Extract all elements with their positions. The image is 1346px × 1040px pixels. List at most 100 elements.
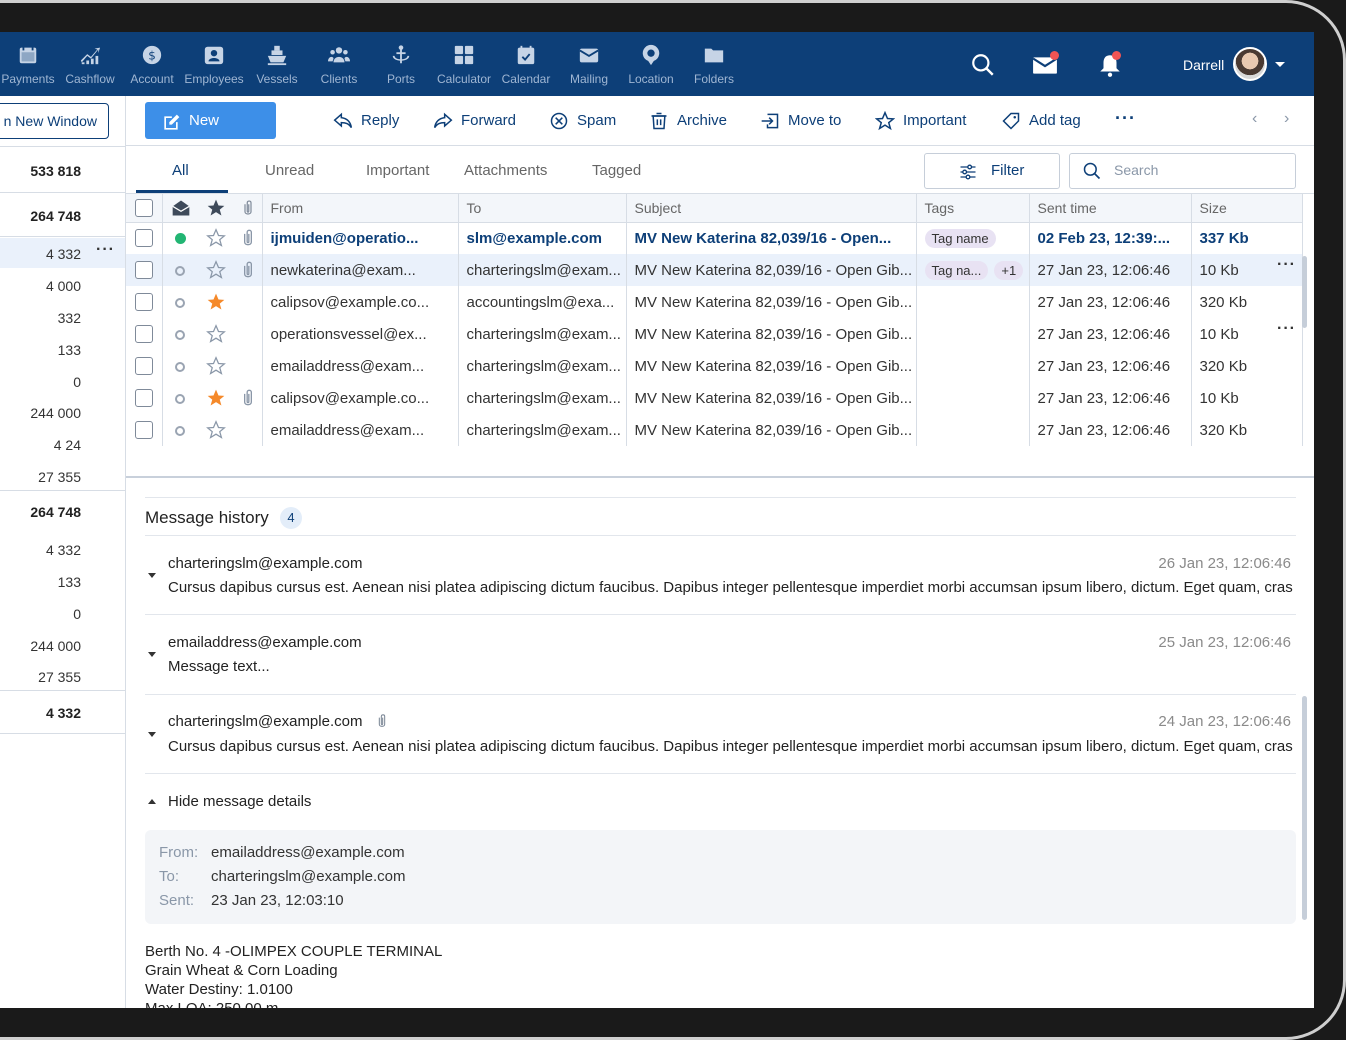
read-indicator[interactable] xyxy=(175,329,186,340)
cell-to[interactable]: charteringslm@exam... xyxy=(458,350,627,382)
filter-button[interactable]: Filter xyxy=(924,153,1060,189)
star-icon[interactable] xyxy=(206,260,226,279)
cell-sent-time[interactable]: 02 Feb 23, 12:39:... xyxy=(1029,222,1192,254)
left-row[interactable]: 533 818 xyxy=(0,163,125,179)
read-indicator[interactable] xyxy=(175,393,186,404)
left-row[interactable]: 4 332 xyxy=(0,705,125,721)
cell-subject[interactable]: MV New Katerina 82,039/16 - Open Gib... xyxy=(626,254,917,286)
star-filled-icon[interactable] xyxy=(206,293,226,310)
nav-calendar[interactable]: Calendar xyxy=(496,44,556,86)
cell-to[interactable]: slm@example.com xyxy=(458,222,627,254)
expand-caret-icon[interactable] xyxy=(148,652,156,657)
history-message-from[interactable]: emailaddress@example.com xyxy=(168,634,362,651)
cell-sent-time[interactable]: 27 Jan 23, 12:06:46 xyxy=(1029,318,1192,350)
cell-tags[interactable]: Tag name xyxy=(916,222,1030,254)
header-sent-time[interactable]: Sent time xyxy=(1029,194,1192,223)
history-message-from[interactable]: charteringslm@example.com xyxy=(168,555,362,572)
row-checkbox[interactable] xyxy=(134,229,153,248)
row-checkbox[interactable] xyxy=(134,293,153,312)
header-tags[interactable]: Tags xyxy=(916,194,1030,223)
nav-folders[interactable]: Folders xyxy=(684,44,744,86)
cell-tags[interactable] xyxy=(916,350,1030,382)
cell-subject[interactable]: MV New Katerina 82,039/16 - Open... xyxy=(626,222,917,254)
row-checkbox[interactable] xyxy=(134,325,153,344)
cell-tags[interactable] xyxy=(916,286,1030,318)
cell-sent-time[interactable]: 27 Jan 23, 12:06:46 xyxy=(1029,286,1192,318)
tag-pill[interactable]: Tag na... xyxy=(924,260,989,280)
cell-subject[interactable]: MV New Katerina 82,039/16 - Open Gib... xyxy=(626,318,917,350)
left-row[interactable]: 332 xyxy=(0,310,125,326)
cell-tags[interactable]: Tag na... +1 xyxy=(916,254,1030,286)
table-row[interactable]: calipsov@example.co... charteringslm@exam… xyxy=(126,382,1303,414)
cell-size[interactable]: 320 Kb xyxy=(1191,414,1303,446)
row-checkbox[interactable] xyxy=(134,389,153,408)
cell-tags[interactable] xyxy=(916,318,1030,350)
hide-details-toggle[interactable]: Hide message details xyxy=(168,793,311,810)
left-row[interactable]: 27 355 xyxy=(0,669,125,685)
row-more-icon[interactable]: ··· xyxy=(1277,256,1296,274)
cell-sent-time[interactable]: 27 Jan 23, 12:06:46 xyxy=(1029,414,1192,446)
header-subject[interactable]: Subject xyxy=(626,194,917,223)
cell-to[interactable]: accountingslm@exa... xyxy=(458,286,627,318)
row-checkbox[interactable] xyxy=(134,357,153,376)
tab-important[interactable]: Important xyxy=(366,162,429,179)
move-to-button[interactable]: Move to xyxy=(760,110,841,132)
history-message-from[interactable]: charteringslm@example.com xyxy=(168,713,362,730)
reply-button[interactable]: Reply xyxy=(333,110,399,132)
tab-tagged[interactable]: Tagged xyxy=(592,162,641,179)
left-row[interactable]: 244 000 xyxy=(0,638,125,654)
archive-button[interactable]: Archive xyxy=(649,110,727,132)
tab-all[interactable]: All xyxy=(172,162,189,179)
history-message-text[interactable]: Cursus dapibus cursus est. Aenean nisi p… xyxy=(168,738,1293,755)
cell-to[interactable]: charteringslm@exam... xyxy=(458,382,627,414)
left-row[interactable]: 133 xyxy=(0,342,125,358)
nav-account[interactable]: $ Account xyxy=(122,44,182,86)
star-icon[interactable] xyxy=(206,228,226,248)
expand-caret-icon[interactable] xyxy=(148,732,156,737)
cell-sent-time[interactable]: 27 Jan 23, 12:06:46 xyxy=(1029,382,1192,414)
cell-from[interactable]: emailaddress@exam... xyxy=(262,414,459,446)
cell-from[interactable]: calipsov@example.co... xyxy=(262,382,459,414)
tab-attachments[interactable]: Attachments xyxy=(464,162,547,179)
history-message-text[interactable]: Cursus dapibus cursus est. Aenean nisi p… xyxy=(168,579,1293,596)
chevron-down-icon[interactable] xyxy=(1275,62,1285,67)
nav-employees[interactable]: Employees xyxy=(184,44,244,86)
row-more-icon[interactable]: ··· xyxy=(1277,320,1296,338)
nav-ports[interactable]: Ports xyxy=(371,44,431,86)
search-box[interactable] xyxy=(1069,153,1296,189)
details-from-value[interactable]: emailaddress@example.com xyxy=(211,844,405,861)
left-row[interactable]: 4 332 xyxy=(0,542,125,558)
cell-from[interactable]: ijmuiden@operatio... xyxy=(262,222,459,254)
nav-location[interactable]: Location xyxy=(621,44,681,86)
unread-indicator[interactable] xyxy=(174,233,186,245)
star-icon[interactable] xyxy=(206,356,226,375)
collapse-caret-icon[interactable] xyxy=(148,799,156,804)
header-starred[interactable] xyxy=(198,194,234,223)
chevron-left-icon[interactable]: ‹ xyxy=(1252,110,1257,128)
avatar[interactable] xyxy=(1233,47,1267,81)
star-icon[interactable] xyxy=(206,324,226,343)
list-scrollbar[interactable] xyxy=(1302,256,1307,328)
history-message-text[interactable]: Message text... xyxy=(168,658,1293,675)
chevron-right-icon[interactable]: › xyxy=(1284,110,1289,128)
read-indicator[interactable] xyxy=(175,425,186,436)
cell-from[interactable]: newkaterina@exam... xyxy=(262,254,459,286)
search-input[interactable] xyxy=(1114,162,1284,178)
nav-payments[interactable]: Payments xyxy=(0,44,58,86)
left-row[interactable]: 133 xyxy=(0,574,125,590)
history-scrollbar[interactable] xyxy=(1302,696,1307,920)
spam-button[interactable]: Spam xyxy=(549,110,616,132)
read-indicator[interactable] xyxy=(175,265,186,276)
nav-calculator[interactable]: Calculator xyxy=(434,44,494,86)
tag-more-badge[interactable]: +1 xyxy=(994,260,1024,280)
row-checkbox[interactable] xyxy=(134,261,153,280)
left-row[interactable]: 264 748 xyxy=(0,208,125,224)
cell-to[interactable]: charteringslm@exam... xyxy=(458,414,627,446)
star-filled-icon[interactable] xyxy=(206,389,226,406)
table-row[interactable]: operationsvessel@ex... charteringslm@exam… xyxy=(126,318,1303,350)
header-read-status[interactable] xyxy=(162,194,198,223)
table-row[interactable]: emailaddress@exam... charteringslm@exam..… xyxy=(126,414,1303,446)
cell-from[interactable]: emailaddress@exam... xyxy=(262,350,459,382)
select-all-checkbox[interactable] xyxy=(134,198,153,217)
left-row[interactable]: 0 xyxy=(0,374,125,390)
